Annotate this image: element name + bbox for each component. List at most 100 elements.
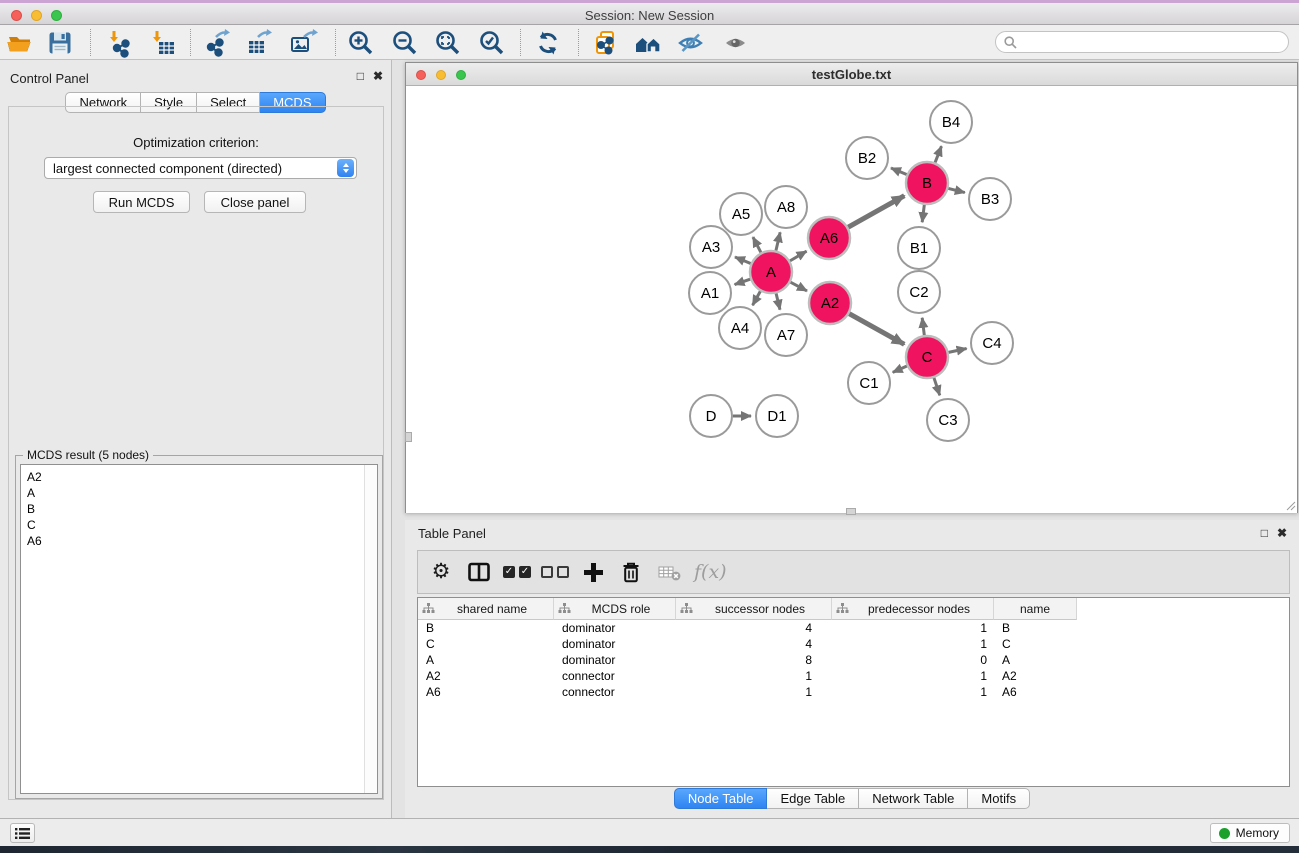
zoom-selected-button[interactable]: [475, 28, 509, 57]
float-panel-icon[interactable]: □: [1261, 526, 1268, 540]
table-row[interactable]: Adominator80A: [418, 652, 1289, 668]
refresh-layout-button[interactable]: [531, 28, 565, 57]
clone-network-button[interactable]: [589, 28, 623, 57]
tab-edge-table[interactable]: Edge Table: [767, 788, 859, 809]
graph-node-A3[interactable]: A3: [690, 226, 732, 268]
graph-node-A6[interactable]: A6: [808, 217, 850, 259]
edge-C-C3[interactable]: [934, 378, 940, 395]
edge-A2-C[interactable]: [849, 314, 904, 345]
graph-node-B[interactable]: B: [906, 162, 948, 204]
table-row[interactable]: Bdominator41B: [418, 620, 1289, 636]
graph-node-A8[interactable]: A8: [765, 186, 807, 228]
network-canvas[interactable]: B4B2BB3A5A8A6A3B1AA1C2A2A4A7C4CC1C3DD1: [406, 87, 1297, 513]
edge-C-C2[interactable]: [922, 318, 924, 335]
float-panel-icon[interactable]: □: [357, 69, 364, 83]
graph-node-D1[interactable]: D1: [756, 395, 798, 437]
delete-table-button[interactable]: [654, 555, 684, 589]
splitter-handle-bottom[interactable]: [846, 508, 856, 515]
edge-A-A1[interactable]: [735, 279, 751, 284]
table-row[interactable]: A6connector11A6: [418, 684, 1289, 700]
graph-node-B4[interactable]: B4: [930, 101, 972, 143]
column-layout-button[interactable]: [464, 555, 494, 589]
close-panel-button[interactable]: Close panel: [204, 191, 306, 213]
run-mcds-button[interactable]: Run MCDS: [93, 191, 190, 213]
result-scrollbar[interactable]: [364, 465, 377, 793]
table-row[interactable]: Cdominator41C: [418, 636, 1289, 652]
export-image-button[interactable]: [286, 28, 320, 57]
edge-C-C4[interactable]: [949, 348, 967, 352]
column-header-predecessor-nodes[interactable]: predecessor nodes: [832, 598, 994, 620]
zoom-out-button[interactable]: [388, 28, 422, 57]
import-network-button[interactable]: [103, 28, 137, 57]
export-network-button[interactable]: [201, 28, 235, 57]
edge-A-A7[interactable]: [776, 293, 780, 309]
function-builder-button[interactable]: f(x): [694, 561, 727, 583]
zoom-in-button[interactable]: [344, 28, 378, 57]
mcds-result-item[interactable]: B: [27, 501, 377, 517]
window-resize-grip[interactable]: [1284, 499, 1296, 511]
splitter-handle-left[interactable]: [405, 432, 412, 442]
search-input[interactable]: [1022, 35, 1288, 49]
first-neighbors-button[interactable]: [631, 28, 665, 57]
add-column-button[interactable]: [578, 555, 608, 589]
graph-node-C2[interactable]: C2: [898, 271, 940, 313]
edge-A-A8[interactable]: [776, 232, 780, 250]
mcds-result-item[interactable]: A2: [27, 469, 377, 485]
graph-node-A4[interactable]: A4: [719, 307, 761, 349]
settings-button[interactable]: ⚙: [426, 555, 456, 589]
show-all-button[interactable]: [719, 28, 753, 57]
deselect-all-button[interactable]: [540, 555, 570, 589]
table-row[interactable]: A2connector11A2: [418, 668, 1289, 684]
edge-B-B3[interactable]: [948, 188, 964, 192]
graph-node-A2[interactable]: A2: [809, 282, 851, 324]
edge-B-B1[interactable]: [922, 205, 924, 222]
edge-A-A3[interactable]: [735, 257, 751, 264]
graph-node-A5[interactable]: A5: [720, 193, 762, 235]
node-table[interactable]: shared name MCDS role successor nodes pr…: [417, 597, 1290, 787]
graph-node-C3[interactable]: C3: [927, 399, 969, 441]
edge-A-A2[interactable]: [790, 282, 807, 291]
edge-B-B2[interactable]: [891, 168, 907, 175]
save-session-button[interactable]: [43, 28, 77, 57]
delete-column-button[interactable]: [616, 555, 646, 589]
mcds-result-item[interactable]: A: [27, 485, 377, 501]
zoom-fit-button[interactable]: [431, 28, 465, 57]
column-header-MCDS-role[interactable]: MCDS role: [554, 598, 676, 620]
tab-node-table[interactable]: Node Table: [674, 788, 768, 809]
edge-A-A6[interactable]: [790, 251, 807, 261]
mcds-result-list[interactable]: A2ABCA6: [20, 464, 378, 794]
import-table-button[interactable]: [146, 28, 180, 57]
column-header-shared-name[interactable]: shared name: [418, 598, 554, 620]
close-panel-icon[interactable]: ✖: [373, 69, 383, 83]
export-table-button[interactable]: [243, 28, 277, 57]
column-header-name[interactable]: name: [994, 598, 1077, 620]
edge-A-A5[interactable]: [753, 237, 761, 252]
memory-button[interactable]: Memory: [1210, 823, 1290, 843]
edge-A6-B[interactable]: [848, 196, 904, 228]
graph-node-A[interactable]: A: [750, 251, 792, 293]
network-window-titlebar[interactable]: testGlobe.txt: [406, 63, 1297, 86]
column-header-successor-nodes[interactable]: successor nodes: [676, 598, 832, 620]
edge-A-A4[interactable]: [753, 291, 761, 305]
graph-node-A1[interactable]: A1: [689, 272, 731, 314]
select-all-button[interactable]: ✓✓: [502, 555, 532, 589]
graph-node-C4[interactable]: C4: [971, 322, 1013, 364]
graph-node-B3[interactable]: B3: [969, 178, 1011, 220]
close-panel-icon[interactable]: ✖: [1277, 526, 1287, 540]
graph-node-C1[interactable]: C1: [848, 362, 890, 404]
search-field[interactable]: [995, 31, 1289, 53]
mcds-result-item[interactable]: A6: [27, 533, 377, 549]
mcds-result-item[interactable]: C: [27, 517, 377, 533]
graph-node-D[interactable]: D: [690, 395, 732, 437]
tab-motifs[interactable]: Motifs: [968, 788, 1030, 809]
hide-selected-button[interactable]: [674, 28, 708, 57]
edge-B-B4[interactable]: [935, 146, 941, 162]
graph-node-A7[interactable]: A7: [765, 314, 807, 356]
tab-network-table[interactable]: Network Table: [859, 788, 968, 809]
graph-node-C[interactable]: C: [906, 336, 948, 378]
edge-C-C1[interactable]: [893, 366, 907, 372]
open-file-button[interactable]: [3, 28, 37, 57]
graph-node-B1[interactable]: B1: [898, 227, 940, 269]
task-history-button[interactable]: [10, 823, 35, 843]
optimization-criterion-dropdown[interactable]: largest connected component (directed): [44, 157, 357, 179]
